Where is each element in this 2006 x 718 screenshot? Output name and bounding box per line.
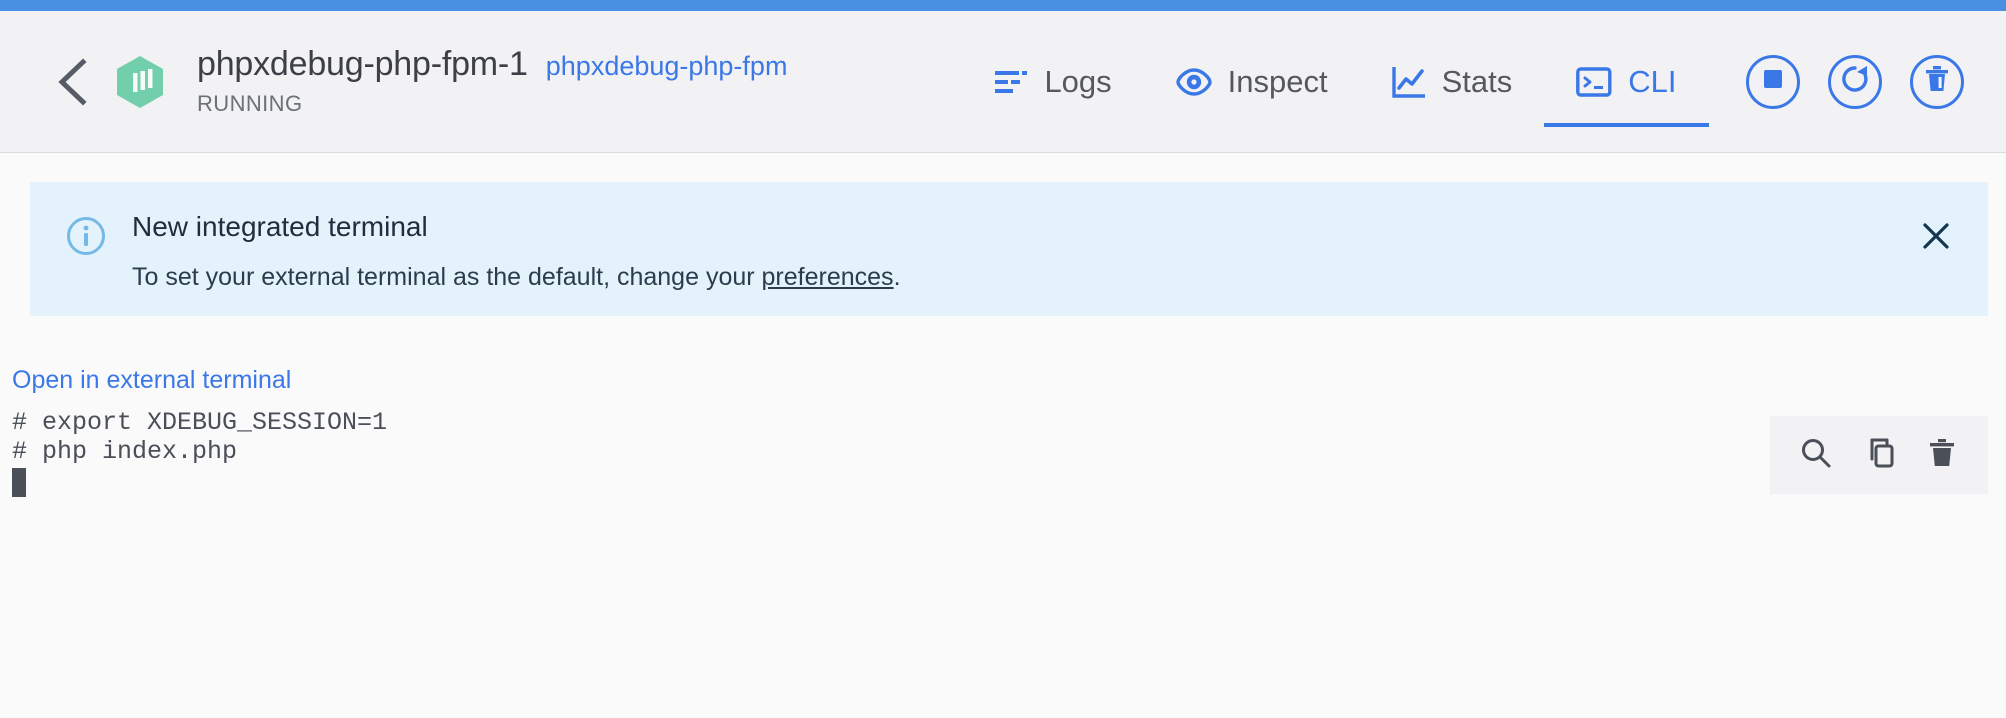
back-button[interactable] xyxy=(45,55,99,109)
delete-button[interactable] xyxy=(1910,54,1964,109)
chevron-left-icon xyxy=(55,57,89,106)
tab-inspect-label: Inspect xyxy=(1227,63,1328,99)
top-accent-bar xyxy=(0,0,2006,11)
banner-body-before: To set your external terminal as the def… xyxy=(132,262,762,291)
copy-terminal-button[interactable] xyxy=(1855,431,1903,479)
clear-terminal-button[interactable] xyxy=(1918,431,1966,479)
logs-lines-icon xyxy=(994,67,1028,97)
terminal-panel[interactable]: # export XDEBUG_SESSION=1 # php index.ph… xyxy=(0,408,2006,718)
restart-button[interactable] xyxy=(1828,54,1882,109)
banner-title: New integrated terminal xyxy=(132,211,428,242)
status-badge: RUNNING xyxy=(197,91,303,117)
tab-stats[interactable]: Stats xyxy=(1360,11,1545,153)
tab-stats-label: Stats xyxy=(1441,63,1513,99)
title-block: phpxdebug-php-fpm-1 phpxdebug-php-fpm RU… xyxy=(197,36,787,128)
header-actions xyxy=(1746,54,1964,109)
copy-icon xyxy=(1863,437,1895,474)
banner-body-after: . xyxy=(893,262,901,291)
terminal-prompt-icon xyxy=(1576,66,1612,97)
tab-inspect[interactable]: Inspect xyxy=(1144,11,1360,153)
stop-button[interactable] xyxy=(1746,54,1800,109)
search-icon xyxy=(1800,437,1832,474)
terminal-toolbar xyxy=(1770,416,1988,494)
chart-line-icon xyxy=(1391,66,1426,98)
banner-body: To set your external terminal as the def… xyxy=(132,262,901,292)
trash-icon xyxy=(1924,65,1950,98)
stop-square-icon xyxy=(1762,68,1784,95)
close-x-icon xyxy=(1921,221,1951,256)
terminal-line: # export XDEBUG_SESSION=1 xyxy=(12,408,388,437)
page-title: phpxdebug-php-fpm-1 xyxy=(197,44,528,83)
preferences-link[interactable]: preferences xyxy=(762,263,894,291)
tab-logs-label: Logs xyxy=(1044,63,1112,99)
tab-logs[interactable]: Logs xyxy=(962,11,1143,153)
block-cursor xyxy=(12,468,26,497)
title-row: phpxdebug-php-fpm-1 phpxdebug-php-fpm xyxy=(197,44,788,83)
trash-icon xyxy=(1927,437,1957,474)
banner-close-button[interactable] xyxy=(1914,216,1958,260)
notification-banner: New integrated terminal To set your exte… xyxy=(30,182,1988,316)
restart-arrow-icon xyxy=(1840,64,1870,99)
tab-bar: Logs Inspect Stats CLI xyxy=(962,11,1709,153)
info-circle-icon xyxy=(66,216,106,256)
open-external-terminal-link[interactable]: Open in external terminal xyxy=(12,366,291,395)
page-header: phpxdebug-php-fpm-1 phpxdebug-php-fpm RU… xyxy=(0,11,2006,153)
service-link[interactable]: phpxdebug-php-fpm xyxy=(546,51,788,82)
banner-text: New integrated terminal To set your exte… xyxy=(132,210,901,292)
search-terminal-button[interactable] xyxy=(1792,431,1840,479)
container-hexagon-icon xyxy=(113,55,167,109)
eye-icon xyxy=(1175,67,1212,97)
tab-cli-label: CLI xyxy=(1628,63,1677,99)
tab-cli[interactable]: CLI xyxy=(1544,11,1709,153)
container-detail-page: phpxdebug-php-fpm-1 phpxdebug-php-fpm RU… xyxy=(0,0,2006,718)
terminal-line: # php index.php xyxy=(12,437,238,466)
